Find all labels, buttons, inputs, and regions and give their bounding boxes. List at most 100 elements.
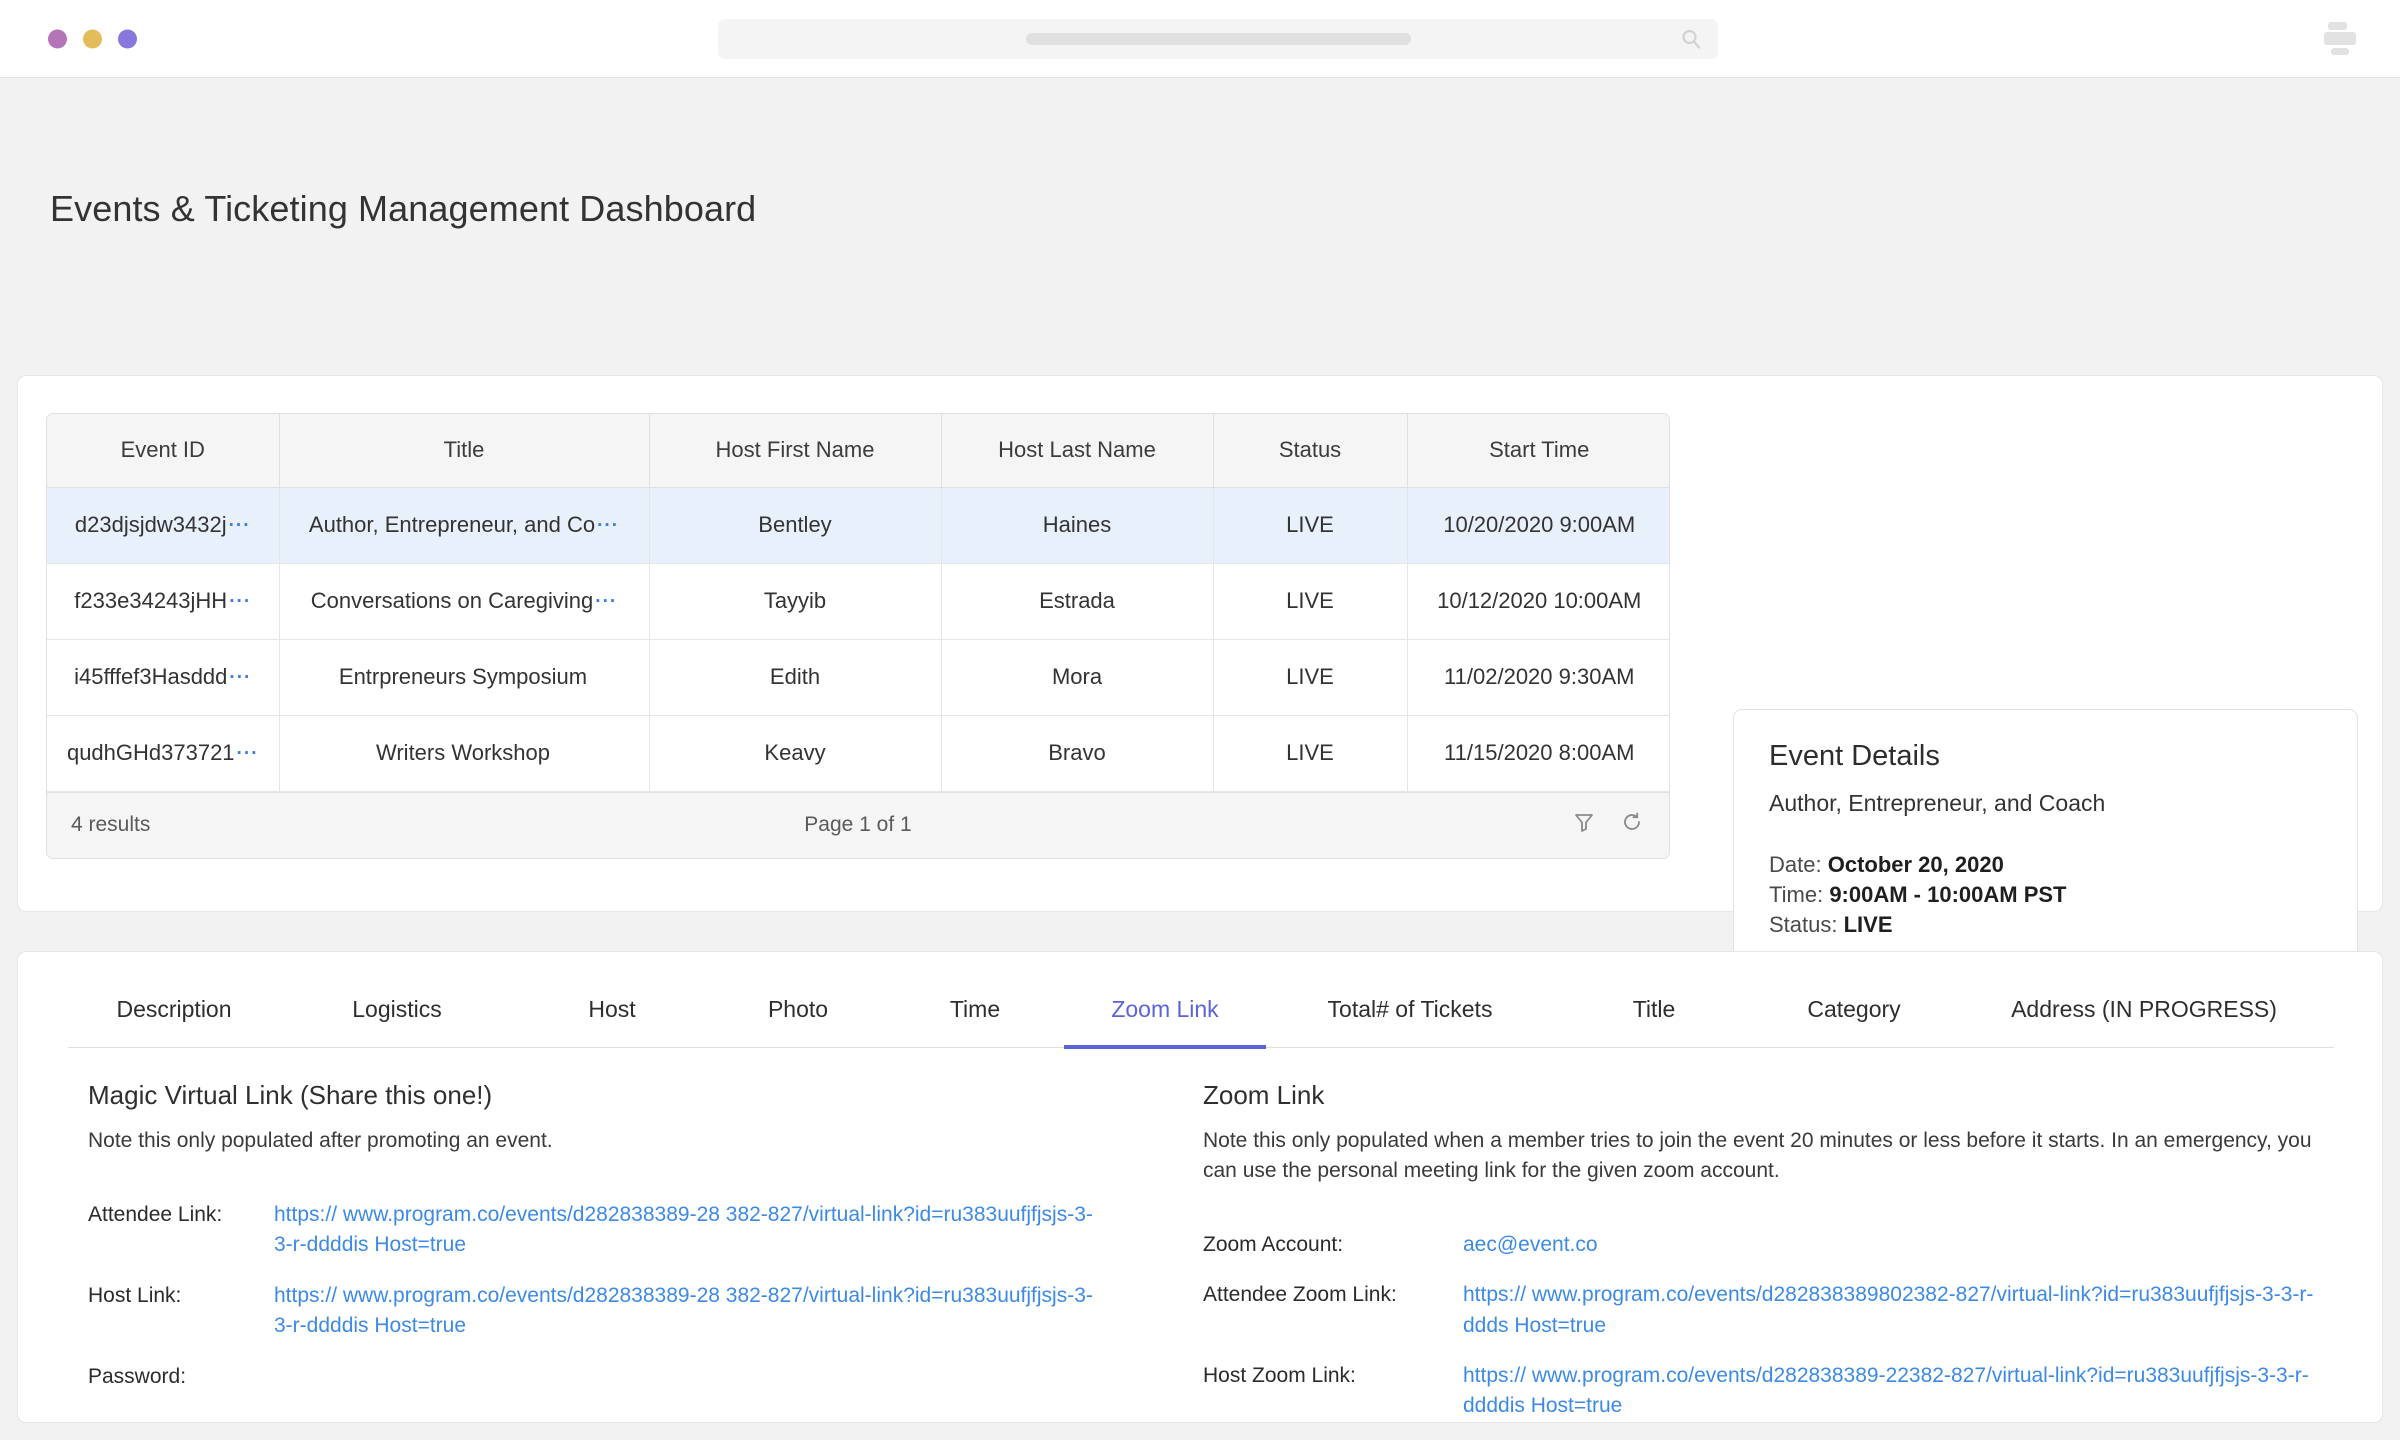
- cell-host-first-name: Keavy: [649, 715, 941, 791]
- refresh-icon[interactable]: [1621, 811, 1643, 839]
- zoom-account-row: Zoom Account: aec@event.co: [1203, 1230, 2343, 1260]
- truncation-ellipsis-icon[interactable]: ···: [595, 591, 617, 612]
- zoom-link-section: Zoom Link Note this only populated when …: [1203, 1080, 2343, 1440]
- tab-address[interactable]: Address (IN PROGRESS): [1954, 988, 2334, 1049]
- title-text: Author, Entrepreneur, and Co: [309, 512, 595, 537]
- truncation-ellipsis-icon[interactable]: ···: [237, 743, 259, 764]
- table-row[interactable]: f233e34243jHH··· Conversations on Caregi…: [47, 563, 1670, 639]
- column-header-status[interactable]: Status: [1213, 414, 1407, 487]
- events-overview-card: Event ID Title Host First Name Host Last…: [17, 375, 2383, 912]
- cell-title[interactable]: Writers Workshop: [279, 715, 649, 791]
- zoom-link-heading: Zoom Link: [1203, 1080, 2343, 1111]
- window-controls: [48, 29, 137, 48]
- column-header-title[interactable]: Title: [279, 414, 649, 487]
- cell-status: LIVE: [1213, 639, 1407, 715]
- cell-title[interactable]: Entrpreneurs Symposium: [279, 639, 649, 715]
- host-zoom-link-value[interactable]: https:// www.program.co/events/d28283838…: [1463, 1361, 2343, 1422]
- cell-host-last-name: Mora: [941, 639, 1213, 715]
- event-details-subtitle: Author, Entrepreneur, and Coach: [1769, 790, 2322, 817]
- search-icon[interactable]: [1678, 26, 1704, 52]
- host-zoom-link-row: Host Zoom Link: https:// www.program.co/…: [1203, 1361, 2343, 1422]
- cell-event-id[interactable]: i45fffef3Hasddd···: [47, 639, 279, 715]
- truncation-ellipsis-icon[interactable]: ···: [229, 591, 251, 612]
- password-label: Password:: [88, 1362, 274, 1392]
- filter-funnel-icon[interactable]: [1573, 811, 1595, 839]
- attendee-link-value[interactable]: https:// www.program.co/events/d28283838…: [274, 1200, 1094, 1261]
- column-header-host-first-name[interactable]: Host First Name: [649, 414, 941, 487]
- tab-title[interactable]: Title: [1554, 988, 1754, 1049]
- attendee-link-row: Attendee Link: https:// www.program.co/e…: [88, 1200, 1188, 1261]
- tab-logistics[interactable]: Logistics: [280, 988, 514, 1049]
- event-status-row: Status: LIVE: [1769, 910, 2322, 940]
- event-detail-tabs-card: Description Logistics Host Photo Time Zo…: [17, 951, 2383, 1423]
- window-maximize-dot[interactable]: [118, 29, 137, 48]
- tab-time[interactable]: Time: [886, 988, 1064, 1049]
- address-bar[interactable]: [718, 19, 1718, 59]
- zoom-link-fields: Zoom Account: aec@event.co Attendee Zoom…: [1203, 1230, 2343, 1422]
- truncation-ellipsis-icon[interactable]: ···: [597, 515, 619, 536]
- tab-total-tickets[interactable]: Total# of Tickets: [1266, 988, 1554, 1049]
- zoom-link-note: Note this only populated when a member t…: [1203, 1126, 2343, 1186]
- cell-event-id[interactable]: qudhGHd373721···: [47, 715, 279, 791]
- tab-zoom-link[interactable]: Zoom Link: [1064, 988, 1266, 1049]
- address-bar-placeholder-pill: [1026, 33, 1411, 45]
- layout-menu-bar-bottom: [2331, 48, 2349, 55]
- password-row: Password:: [88, 1362, 1188, 1392]
- event-time-label: Time:: [1769, 882, 1823, 907]
- cell-host-last-name: Estrada: [941, 563, 1213, 639]
- tab-bar: Description Logistics Host Photo Time Zo…: [68, 988, 2334, 1048]
- magic-virtual-link-section: Magic Virtual Link (Share this one!) Not…: [88, 1080, 1188, 1412]
- cell-host-first-name: Edith: [649, 639, 941, 715]
- table-footer-actions: [1573, 811, 1643, 839]
- tab-category[interactable]: Category: [1754, 988, 1954, 1049]
- magic-virtual-link-heading: Magic Virtual Link (Share this one!): [88, 1080, 1188, 1111]
- cell-start-time: 10/12/2020 10:00AM: [1407, 563, 1670, 639]
- event-status-label: Status:: [1769, 912, 1837, 937]
- table-row[interactable]: i45fffef3Hasddd··· Entrpreneurs Symposiu…: [47, 639, 1670, 715]
- event-time-value: 9:00AM - 10:00AM PST: [1829, 882, 2066, 907]
- cell-start-time: 10/20/2020 9:00AM: [1407, 487, 1670, 563]
- event-date-value: October 20, 2020: [1828, 852, 2004, 877]
- attendee-zoom-link-value[interactable]: https:// www.program.co/events/d28283838…: [1463, 1280, 2343, 1341]
- zoom-account-value[interactable]: aec@event.co: [1463, 1230, 1598, 1260]
- event-details-heading: Event Details: [1769, 740, 2322, 773]
- tab-photo[interactable]: Photo: [710, 988, 886, 1049]
- events-table: Event ID Title Host First Name Host Last…: [47, 414, 1670, 792]
- cell-event-id[interactable]: d23djsjdw3432j···: [47, 487, 279, 563]
- truncation-ellipsis-icon[interactable]: ···: [229, 667, 251, 688]
- cell-title[interactable]: Conversations on Caregiving···: [279, 563, 649, 639]
- truncation-ellipsis-icon[interactable]: ···: [229, 515, 251, 536]
- cell-host-last-name: Bravo: [941, 715, 1213, 791]
- browser-chrome: [0, 0, 2400, 78]
- cell-start-time: 11/02/2020 9:30AM: [1407, 639, 1670, 715]
- host-link-row: Host Link: https:// www.program.co/event…: [88, 1281, 1188, 1342]
- event-id-text: f233e34243jHH: [74, 588, 227, 613]
- event-id-text: d23djsjdw3432j: [75, 512, 227, 537]
- page-body: Events & Ticketing Management Dashboard …: [0, 78, 2400, 1440]
- attendee-zoom-link-row: Attendee Zoom Link: https:// www.program…: [1203, 1280, 2343, 1341]
- column-header-start-time[interactable]: Start Time: [1407, 414, 1670, 487]
- window-close-dot[interactable]: [48, 29, 67, 48]
- cell-host-last-name: Haines: [941, 487, 1213, 563]
- tab-description[interactable]: Description: [68, 988, 280, 1049]
- cell-event-id[interactable]: f233e34243jHH···: [47, 563, 279, 639]
- cell-start-time: 11/15/2020 8:00AM: [1407, 715, 1670, 791]
- tab-host[interactable]: Host: [514, 988, 710, 1049]
- table-row[interactable]: d23djsjdw3432j··· Author, Entrepreneur, …: [47, 487, 1670, 563]
- magic-virtual-link-note: Note this only populated after promoting…: [88, 1126, 1188, 1156]
- cell-status: LIVE: [1213, 563, 1407, 639]
- host-link-value[interactable]: https:// www.program.co/events/d28283838…: [274, 1281, 1094, 1342]
- cell-status: LIVE: [1213, 487, 1407, 563]
- table-row[interactable]: qudhGHd373721··· Writers Workshop Keavy …: [47, 715, 1670, 791]
- column-header-event-id[interactable]: Event ID: [47, 414, 279, 487]
- host-zoom-link-label: Host Zoom Link:: [1203, 1361, 1463, 1422]
- layout-menu-icon[interactable]: [2316, 22, 2356, 56]
- layout-menu-bar-top: [2328, 22, 2347, 30]
- host-link-label: Host Link:: [88, 1281, 274, 1342]
- event-id-text: i45fffef3Hasddd: [74, 664, 227, 689]
- cell-host-first-name: Bentley: [649, 487, 941, 563]
- window-minimize-dot[interactable]: [83, 29, 102, 48]
- cell-title[interactable]: Author, Entrepreneur, and Co···: [279, 487, 649, 563]
- title-text: Conversations on Caregiving: [311, 588, 594, 613]
- column-header-host-last-name[interactable]: Host Last Name: [941, 414, 1213, 487]
